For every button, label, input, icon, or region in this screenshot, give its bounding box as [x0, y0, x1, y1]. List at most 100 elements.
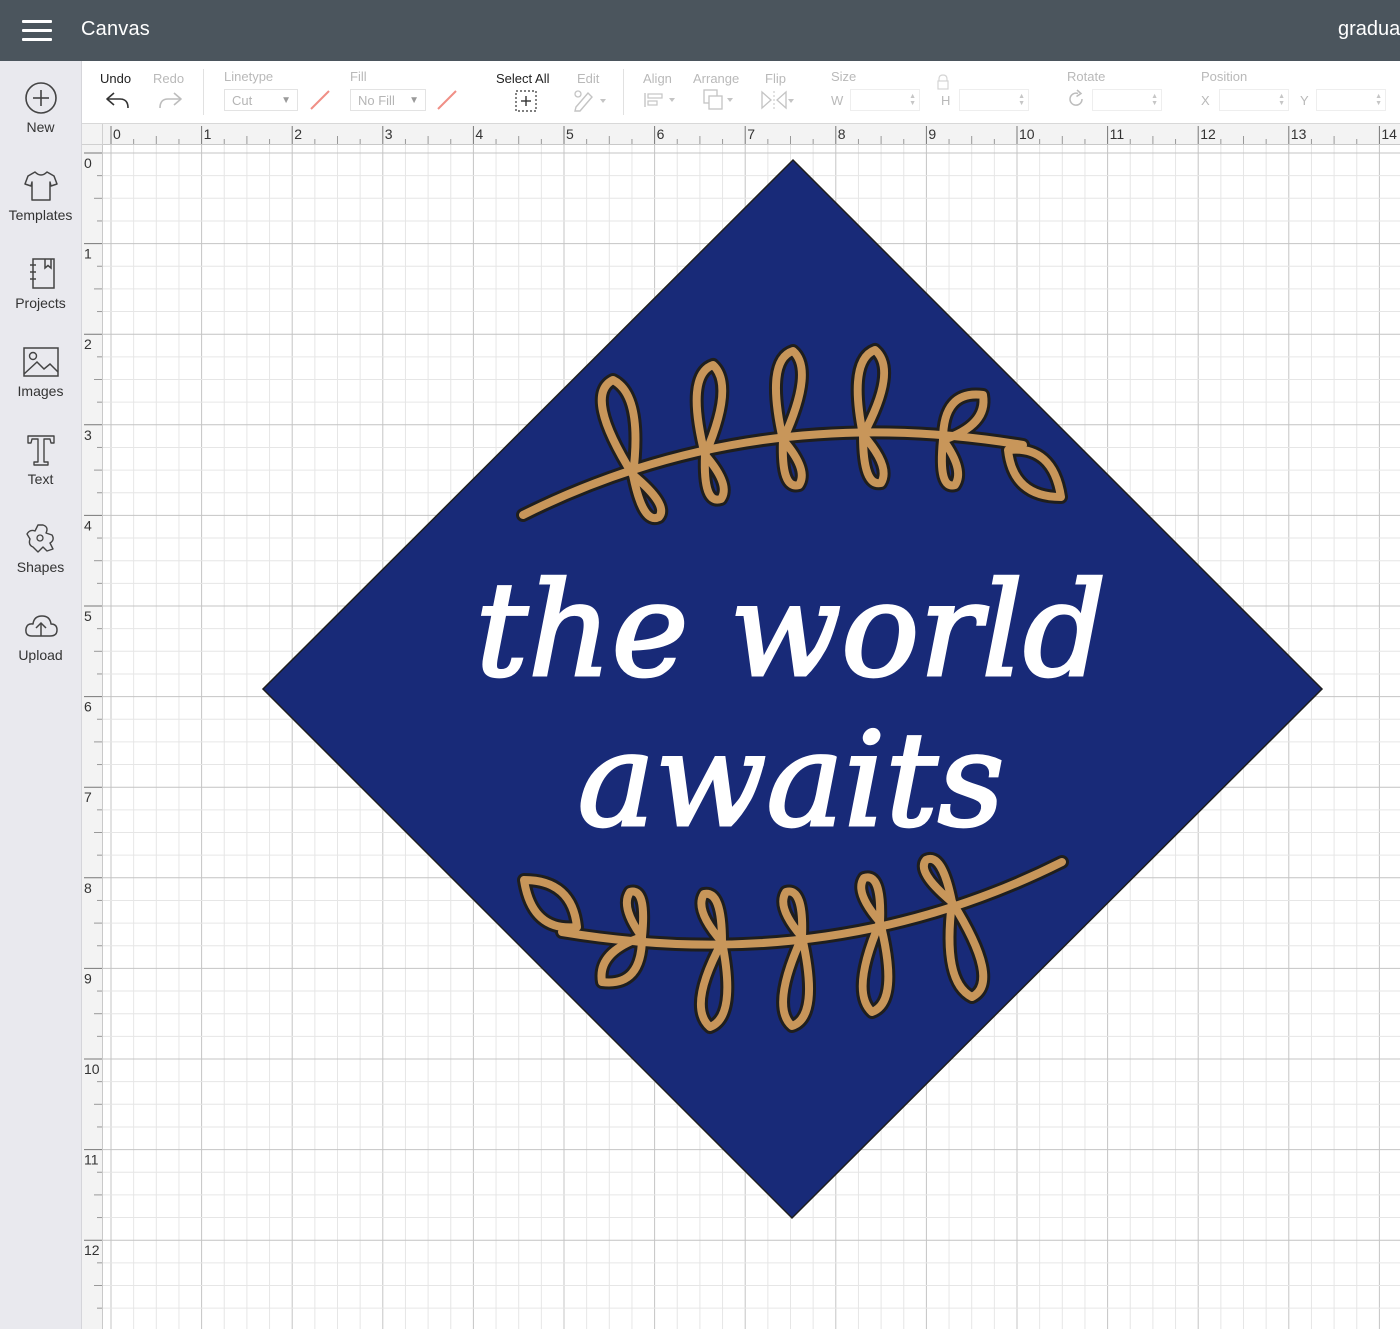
fill-label: Fill — [350, 69, 367, 84]
undo-icon[interactable] — [104, 90, 132, 110]
line-color-swatch-icon[interactable] — [308, 88, 332, 112]
edit-tools-icon[interactable] — [572, 88, 608, 112]
align-label: Align — [643, 71, 672, 86]
sidebar-item-label: Templates — [8, 207, 73, 223]
ruler-label: 10 — [1019, 126, 1035, 142]
ruler-label: 11 — [1110, 126, 1125, 142]
rotate-label: Rotate — [1067, 69, 1106, 84]
app-title: Canvas — [81, 18, 151, 40]
ruler-corner — [82, 124, 103, 145]
ruler-label: 5 — [84, 608, 92, 624]
ruler-label: 8 — [84, 880, 92, 896]
size-height-letter: H — [941, 93, 951, 108]
sidebar-item-upload[interactable]: Upload — [0, 609, 81, 689]
rotate-input[interactable]: ▲ ▼ — [1092, 89, 1162, 111]
plus-circle-icon — [24, 82, 57, 114]
ruler-label: 4 — [84, 517, 92, 533]
sidebar-item-label: Text — [27, 471, 54, 487]
lettering-line-1[interactable]: the world — [474, 553, 1108, 708]
sidebar-item-label: New — [26, 119, 55, 135]
ruler-label: 4 — [475, 126, 483, 142]
fill-color-swatch-icon[interactable] — [435, 88, 459, 112]
tshirt-icon — [23, 171, 58, 201]
edit-label: Edit — [577, 71, 600, 86]
ruler-label: 14 — [1381, 126, 1397, 142]
ruler-label: 0 — [113, 126, 121, 142]
horizontal-ruler: 0 1 2 3 4 5 6 7 8 9 10 11 12 13 14 — [103, 124, 1400, 145]
ruler-label: 3 — [84, 427, 92, 443]
sidebar-item-label: Projects — [15, 295, 66, 311]
ruler-label: 3 — [385, 126, 393, 142]
image-icon — [22, 347, 59, 377]
arrange-label: Arrange — [693, 71, 740, 86]
sidebar-item-projects[interactable]: Projects — [0, 257, 81, 337]
ruler-label: 9 — [928, 126, 936, 142]
select-all-label: Select All — [496, 71, 550, 86]
ruler-label: 2 — [84, 336, 92, 352]
linetype-label: Linetype — [224, 69, 274, 84]
notebook-icon — [29, 258, 55, 289]
ruler-label: 7 — [747, 126, 755, 142]
lettering-line-2[interactable]: awaits — [576, 703, 1006, 858]
left-sidebar: New Templates Projects Images Text Shape… — [0, 61, 82, 1329]
arrange-icon[interactable] — [702, 88, 738, 112]
lock-icon[interactable] — [935, 74, 951, 90]
hamburger-menu-icon[interactable] — [22, 18, 52, 42]
chevron-down-icon: ▼ — [281, 95, 291, 106]
design-canvas[interactable]: the world awaits — [103, 145, 1400, 1329]
select-all-icon[interactable] — [514, 89, 538, 113]
align-icon[interactable] — [643, 90, 679, 110]
toolbar-divider — [203, 69, 204, 115]
shapes-icon — [25, 524, 54, 553]
ruler-label: 6 — [84, 699, 92, 715]
position-x-letter: X — [1201, 93, 1210, 108]
linetype-select[interactable]: Cut ▼ — [224, 89, 298, 111]
linetype-value: Cut — [232, 93, 253, 108]
graduation-cap-design[interactable]: the world awaits — [103, 145, 1400, 1329]
sidebar-item-shapes[interactable]: Shapes — [0, 521, 81, 601]
size-width-letter: W — [831, 93, 844, 108]
position-label: Position — [1201, 69, 1248, 84]
ruler-label: 11 — [84, 1152, 99, 1168]
ruler-label: 12 — [84, 1242, 100, 1258]
sidebar-item-label: Upload — [18, 647, 63, 663]
redo-icon[interactable] — [156, 90, 184, 110]
ruler-label: 8 — [838, 126, 846, 142]
sidebar-item-label: Shapes — [16, 559, 65, 575]
redo-label: Redo — [153, 71, 185, 86]
ruler-label: 2 — [294, 126, 302, 142]
project-name[interactable]: graduat — [1338, 18, 1400, 41]
ruler-label: 1 — [204, 126, 212, 142]
ruler-label: 5 — [566, 126, 574, 142]
sidebar-item-new[interactable]: New — [0, 81, 81, 161]
ruler-label: 10 — [84, 1061, 100, 1077]
rotate-icon — [1069, 89, 1083, 106]
sidebar-item-label: Images — [17, 383, 64, 399]
undo-label: Undo — [100, 71, 132, 86]
sidebar-item-text[interactable]: Text — [0, 433, 81, 513]
sidebar-item-images[interactable]: Images — [0, 345, 81, 425]
flip-label: Flip — [765, 71, 786, 86]
flip-icon[interactable] — [759, 89, 795, 111]
fill-value: No Fill — [358, 93, 395, 108]
position-x-input[interactable]: ▲ ▼ — [1219, 89, 1289, 111]
ruler-label: 0 — [84, 155, 92, 171]
ruler-label: 7 — [84, 789, 92, 805]
top-bar: Canvas graduat — [0, 0, 1400, 61]
ruler-label: 12 — [1200, 126, 1216, 142]
chevron-down-icon: ▼ — [409, 95, 419, 106]
position-y-input[interactable]: ▲ ▼ — [1316, 89, 1386, 111]
sidebar-item-templates[interactable]: Templates — [0, 169, 81, 249]
cloud-upload-icon — [24, 615, 58, 637]
text-t-icon — [26, 435, 55, 466]
ruler-label: 9 — [84, 970, 92, 986]
ruler-label: 1 — [84, 246, 92, 262]
size-label: Size — [831, 69, 857, 84]
edit-toolbar: Undo Redo Linetype Cut ▼ Fill No Fill ▼ … — [82, 61, 1400, 124]
width-input[interactable]: ▲ ▼ — [850, 89, 920, 111]
ruler-label: 6 — [657, 126, 665, 142]
position-y-letter: Y — [1300, 93, 1309, 108]
height-input[interactable]: ▲ ▼ — [959, 89, 1029, 111]
fill-select[interactable]: No Fill ▼ — [350, 89, 426, 111]
vertical-ruler: 0 1 2 3 4 5 6 7 8 9 10 11 12 — [82, 145, 103, 1329]
